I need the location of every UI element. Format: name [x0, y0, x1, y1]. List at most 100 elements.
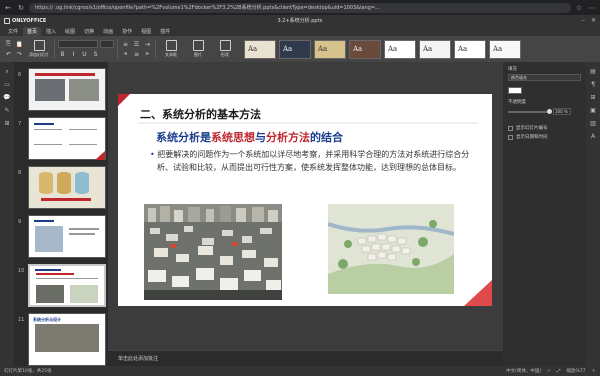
italic-icon[interactable]: I	[69, 50, 78, 58]
right-rail: ▤ ¶ ⊞ ▣ ▥ A	[586, 62, 600, 366]
slide-thumbnail-9[interactable]	[28, 215, 106, 258]
date-time-label: 显示日期和时间	[516, 135, 548, 140]
slide-canvas[interactable]: 二、系统分析的基本方法 系统分析是系统思想与分析方法的结合 • 把要解决的问题作…	[108, 62, 503, 350]
menu-tab[interactable]: 首页	[23, 26, 42, 36]
star-icon[interactable]: ☆	[574, 3, 584, 13]
paragraph-icon[interactable]: ¶	[589, 81, 597, 88]
spellcheck-icon[interactable]: ✓	[547, 369, 551, 374]
app-header: ONLYOFFICE 3.2+系统分析.pptx – ✕	[0, 15, 600, 26]
redo-icon[interactable]: ↷	[15, 50, 24, 58]
theme-thumbnail[interactable]: Aa	[384, 39, 416, 59]
align-center-icon[interactable]: ≡	[132, 50, 141, 58]
thumb-number: 7	[18, 121, 22, 127]
corner-triangle-top	[118, 94, 130, 106]
status-bar: 幻灯片第10张，共25张 中文(简体，中国) ✓ ⤢ 缩放%77 ＋	[0, 366, 600, 376]
browser-bar: ← ↻ https:// .og.link/cgroo/s1/office/op…	[0, 0, 600, 15]
strike-icon[interactable]: S	[91, 50, 100, 58]
indent-icon[interactable]: ⇥	[143, 40, 152, 48]
menu-tab[interactable]: 视图	[137, 27, 155, 36]
zoom-label: 缩放%77	[566, 369, 586, 374]
slide-settings-icon[interactable]: ▤	[589, 68, 597, 75]
numbering-icon[interactable]: ☰	[132, 40, 141, 48]
fill-color-swatch[interactable]	[508, 87, 522, 94]
slides-icon[interactable]: ▭	[3, 81, 11, 88]
copy-icon[interactable]: ⎘	[4, 40, 13, 48]
table-icon[interactable]: ⊞	[589, 94, 597, 101]
chart-icon[interactable]: ▥	[589, 120, 597, 127]
theme-thumbnail[interactable]: Aa	[244, 39, 276, 59]
left-rail: ⌕ ▭ 💬 ✎ ⊞	[0, 62, 14, 366]
chat-icon[interactable]: ✎	[3, 107, 11, 114]
slide-subtitle: 系统分析是系统思想与分析方法的结合	[156, 131, 343, 144]
zoom-in-icon[interactable]: ＋	[592, 368, 597, 374]
bold-icon[interactable]: B	[58, 50, 67, 58]
theme-thumbnail[interactable]: Aa	[279, 39, 311, 59]
menu-tab[interactable]: 绘图	[61, 27, 79, 36]
slide-thumbnail-8[interactable]	[28, 166, 106, 209]
paste-icon[interactable]: 📋	[15, 40, 24, 48]
image-button[interactable]: 图片	[186, 40, 210, 58]
settings-panel: 填充 颜色填充 不透明度 100 % 显示幻灯片编号 显示日期和时间	[503, 62, 586, 366]
theme-thumbnail[interactable]: Aa	[454, 39, 486, 59]
menu-tab[interactable]: 插件	[156, 27, 174, 36]
shape-button[interactable]: 形状	[213, 40, 237, 58]
menu-tab[interactable]: 插入	[42, 27, 60, 36]
add-slide-button[interactable]: 添加幻灯片	[27, 40, 51, 58]
theme-thumbnail[interactable]: Aa	[349, 39, 381, 59]
theme-gallery: Aa Aa Aa Aa Aa Aa Aa Aa	[244, 39, 521, 59]
address-bar[interactable]: https:// .og.link/cgroo/s1/office/openfi…	[29, 2, 571, 13]
notes-pane[interactable]: 单击此处添加批注	[108, 350, 503, 366]
thumb-number: 6	[18, 72, 22, 78]
opacity-row: 100 %	[508, 108, 581, 115]
document-title: 3.2+系统分析.pptx	[277, 18, 323, 24]
theme-thumbnail[interactable]: Aa	[419, 39, 451, 59]
slide[interactable]: 二、系统分析的基本方法 系统分析是系统思想与分析方法的结合 • 把要解决的问题作…	[118, 94, 492, 306]
slide-body: • 把要解决的问题作为一个系统加以详尽地考察，并采用科学合理的方法对系统进行综合…	[150, 150, 470, 172]
menu-tab[interactable]: 文件	[4, 27, 22, 36]
theme-thumbnail[interactable]: Aa	[489, 39, 521, 59]
refresh-icon[interactable]: ↻	[16, 3, 26, 13]
menu-bar: 文件 首页 插入 绘图 切换 动画 协作 视图 插件	[0, 26, 600, 36]
slide-number-checkbox[interactable]	[508, 125, 513, 131]
slide-thumbnail-10[interactable]	[28, 264, 106, 307]
opacity-label: 不透明度	[508, 100, 526, 105]
thumb-number: 10	[18, 268, 25, 274]
undo-icon[interactable]: ↶	[4, 50, 13, 58]
menu-icon[interactable]: ⋯	[587, 3, 597, 13]
slide-thumbnail-11[interactable]: 系统分析与设计	[28, 313, 106, 366]
font-size-field[interactable]	[100, 40, 114, 48]
slide-thumbnails: 6 7 8 9 10 11 系统分析与设计	[14, 62, 108, 366]
thumb-title: 系统分析与设计	[33, 317, 61, 322]
fit-icon[interactable]: ⤢	[557, 368, 561, 374]
slide-number-label: 显示幻灯片编号	[516, 126, 548, 131]
comments-icon[interactable]: 💬	[3, 94, 11, 101]
menu-tab[interactable]: 协作	[118, 27, 136, 36]
thumb-number: 8	[18, 170, 22, 176]
back-icon[interactable]: ←	[3, 3, 13, 13]
fill-type-select[interactable]: 颜色填充	[508, 74, 581, 81]
thumb-number: 11	[18, 317, 25, 323]
slide-heading: 二、系统分析的基本方法	[140, 108, 261, 121]
language-label[interactable]: 中文(简体，中国)	[506, 368, 541, 374]
text-art-icon[interactable]: A	[589, 133, 597, 140]
image-icon[interactable]: ▣	[589, 107, 597, 114]
menu-tab[interactable]: 切换	[80, 27, 98, 36]
align-left-icon[interactable]: ⫷	[121, 50, 130, 58]
plugin-icon[interactable]: ⊞	[3, 120, 11, 127]
font-name-field[interactable]	[58, 40, 98, 48]
date-time-checkbox[interactable]	[508, 134, 513, 140]
theme-thumbnail[interactable]: Aa	[314, 39, 346, 59]
underline-icon[interactable]: U	[80, 50, 89, 58]
thumb-number: 9	[18, 219, 22, 225]
search-icon[interactable]: ⌕	[3, 68, 11, 75]
opacity-slider[interactable]	[508, 108, 552, 114]
slide-thumbnail-7[interactable]	[28, 117, 106, 160]
slide-thumbnail-6[interactable]	[28, 68, 106, 111]
textbox-button[interactable]: 文本框	[159, 40, 183, 58]
urban-plan-image	[328, 204, 454, 294]
menu-tab[interactable]: 动画	[99, 27, 117, 36]
align-right-icon[interactable]: ⫸	[143, 50, 152, 58]
fill-label: 填充	[508, 67, 517, 72]
bullets-icon[interactable]: ≡	[121, 40, 130, 48]
opacity-field[interactable]: 100 %	[553, 108, 571, 115]
